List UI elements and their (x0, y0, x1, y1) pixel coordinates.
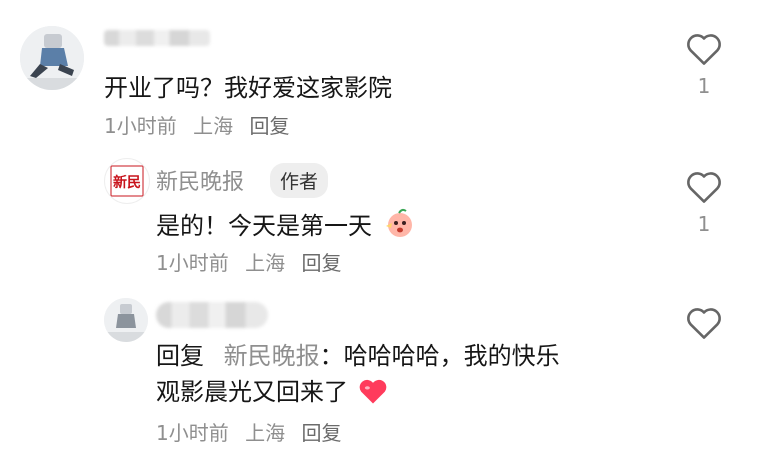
comment-text: 开业了吗？我好爱这家影院 (104, 74, 392, 102)
heart-outline-icon (687, 308, 721, 339)
username-blurred[interactable] (156, 302, 268, 328)
comment-body: 是的！今天是第一天 (156, 212, 372, 240)
like-button[interactable]: 1 (682, 30, 726, 98)
comment-time: 1小时前 (156, 421, 229, 445)
reply-to-name[interactable]: 新民晚报 (224, 342, 320, 370)
author-logo[interactable]: 新民 (104, 158, 150, 204)
comment-location: 上海 (193, 114, 234, 138)
username-blurred[interactable] (104, 30, 210, 46)
reply-button[interactable]: 回复 (301, 421, 341, 445)
comment-time: 1小时前 (156, 251, 229, 275)
reply-prefix: 回复 (156, 342, 204, 370)
like-button[interactable]: 1 (682, 168, 726, 236)
comment-text: 是的！今天是第一天 (156, 206, 416, 244)
like-count: 1 (697, 212, 711, 236)
like-count: 1 (697, 74, 711, 98)
comment-time: 1小时前 (104, 114, 177, 138)
reply-button[interactable]: 回复 (249, 114, 289, 138)
heart-outline-icon (687, 172, 721, 203)
heart-outline-icon (687, 34, 721, 65)
comment-meta: 1小时前 上海 回复 (156, 247, 351, 276)
red-heart-emoji-icon (359, 379, 386, 404)
comment-location: 上海 (245, 251, 286, 275)
comment-body-line1: ：哈哈哈哈，我的快乐 (319, 342, 560, 370)
author-name[interactable]: 新民晚报 (156, 164, 244, 196)
user-avatar[interactable] (104, 298, 148, 342)
comment-text: 回复 新民晚报：哈哈哈哈，我的快乐 (156, 338, 560, 374)
author-badge: 作者 (270, 163, 329, 198)
comment-location: 上海 (245, 421, 286, 445)
comment-text-line2: 观影晨光又回来了 (156, 374, 388, 410)
comment-meta: 1小时前 上海 回复 (104, 110, 299, 139)
reply-button[interactable]: 回复 (301, 251, 341, 275)
logo-text: 新民 (113, 174, 141, 191)
comment-meta: 1小时前 上海 回复 (156, 417, 351, 446)
comment-body-line2: 观影晨光又回来了 (156, 378, 348, 406)
like-button[interactable] (682, 304, 726, 344)
peach-emoji-icon (385, 208, 412, 237)
user-avatar[interactable] (20, 26, 84, 90)
